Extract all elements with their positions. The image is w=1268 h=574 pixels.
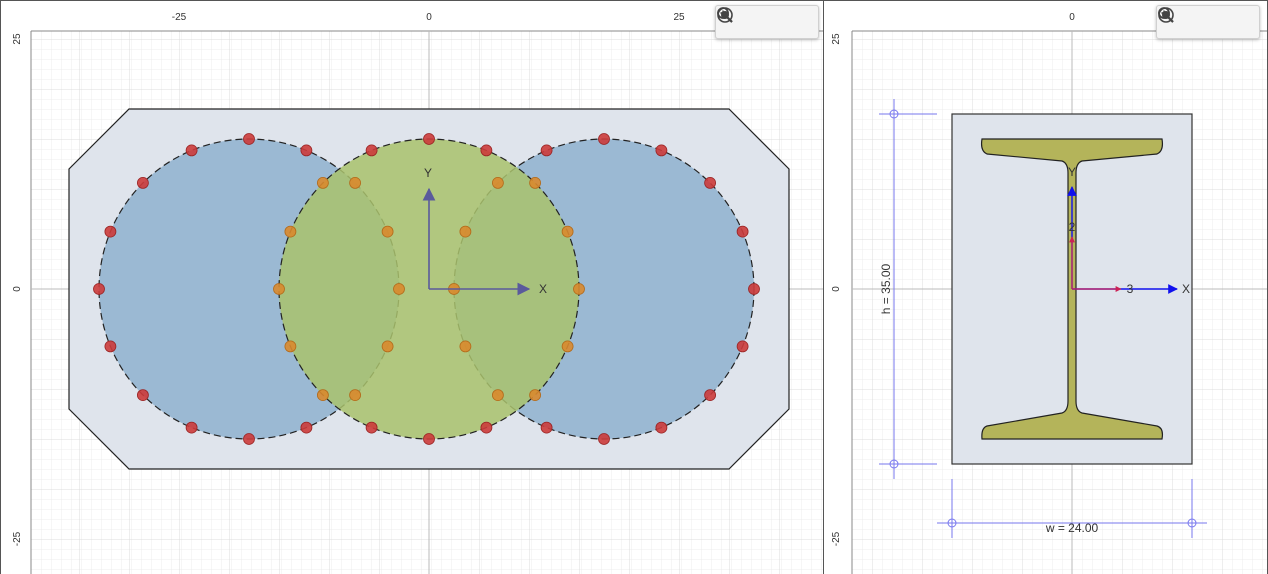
right-canvas[interactable]: 0 25 0 -25 h = 35.00 w = 24.00 Y X 2 3 bbox=[824, 1, 1268, 574]
rebar-point[interactable] bbox=[316, 176, 329, 189]
rebar-point[interactable] bbox=[136, 176, 149, 189]
rebar-point[interactable] bbox=[136, 389, 149, 402]
rebar-point[interactable] bbox=[655, 144, 668, 157]
y-axis-label: Y bbox=[1068, 165, 1076, 179]
rebar-point[interactable] bbox=[185, 144, 198, 157]
section-view-left[interactable]: -25 0 25 25 0 -25 Y X bbox=[0, 0, 823, 574]
rebar-point[interactable] bbox=[573, 283, 585, 295]
rebar-point[interactable] bbox=[93, 283, 105, 295]
local-axis-3-label: 3 bbox=[1127, 282, 1134, 296]
rebar-point[interactable] bbox=[480, 421, 493, 434]
rebar-point[interactable] bbox=[598, 433, 610, 445]
y-tick: 0 bbox=[831, 286, 842, 292]
view-toolbar bbox=[1156, 5, 1260, 39]
y-tick: -25 bbox=[831, 531, 842, 546]
x-axis-label: X bbox=[539, 282, 547, 296]
width-dimension-label: w = 24.00 bbox=[1045, 521, 1099, 535]
rebar-point[interactable] bbox=[459, 225, 472, 238]
fit-view-icon bbox=[717, 7, 733, 23]
rebar-point[interactable] bbox=[316, 389, 329, 402]
rebar-point[interactable] bbox=[243, 433, 255, 445]
rebar-point[interactable] bbox=[704, 176, 716, 189]
x-tick: -25 bbox=[172, 12, 187, 23]
rebar-point[interactable] bbox=[349, 389, 362, 402]
y-tick: 25 bbox=[12, 33, 23, 45]
rebar-point[interactable] bbox=[529, 389, 541, 402]
fit-view-button[interactable] bbox=[1158, 7, 1253, 35]
rebar-point[interactable] bbox=[284, 225, 297, 238]
x-tick: 25 bbox=[673, 12, 685, 23]
zoom-out-button[interactable] bbox=[1158, 7, 1221, 35]
y-tick: 0 bbox=[12, 286, 23, 292]
rebar-point[interactable] bbox=[491, 176, 504, 189]
rebar-point[interactable] bbox=[300, 421, 313, 434]
rebar-point[interactable] bbox=[736, 225, 749, 238]
rebar-point[interactable] bbox=[349, 176, 362, 189]
rebar-point[interactable] bbox=[529, 176, 541, 189]
rebar-point[interactable] bbox=[655, 421, 668, 434]
rebar-point[interactable] bbox=[540, 144, 553, 157]
rebar-point[interactable] bbox=[381, 340, 394, 353]
rebar-point[interactable] bbox=[561, 225, 574, 238]
y-tick: -25 bbox=[12, 531, 23, 546]
height-dimension-label: h = 35.00 bbox=[879, 263, 893, 314]
fit-view-icon bbox=[1158, 7, 1174, 23]
rebar-point[interactable] bbox=[540, 421, 553, 434]
rebar-point[interactable] bbox=[381, 225, 394, 238]
rebar-point[interactable] bbox=[423, 433, 435, 445]
rebar-point[interactable] bbox=[736, 340, 749, 353]
local-axis-2-label: 2 bbox=[1069, 220, 1076, 234]
x-axis-label: X bbox=[1182, 282, 1190, 296]
rebar-point[interactable] bbox=[480, 144, 493, 157]
x-tick: 0 bbox=[426, 12, 432, 23]
section-view-right[interactable]: 0 25 0 -25 h = 35.00 w = 24.00 Y X 2 3 bbox=[823, 0, 1268, 574]
rebar-point[interactable] bbox=[104, 225, 117, 238]
rebar-point[interactable] bbox=[561, 340, 574, 353]
rebar-point[interactable] bbox=[185, 421, 198, 434]
rebar-point[interactable] bbox=[459, 340, 472, 353]
rebar-point[interactable] bbox=[284, 340, 297, 353]
rebar-point[interactable] bbox=[598, 133, 610, 145]
rebar-point[interactable] bbox=[491, 389, 504, 402]
rebar-point[interactable] bbox=[704, 389, 716, 402]
y-axis-label: Y bbox=[424, 166, 432, 180]
left-canvas[interactable]: -25 0 25 25 0 -25 Y X bbox=[1, 1, 823, 574]
zoom-out-button[interactable] bbox=[717, 7, 780, 35]
rebar-point[interactable] bbox=[273, 283, 285, 295]
rebar-point[interactable] bbox=[393, 283, 405, 295]
view-toolbar bbox=[715, 5, 819, 39]
fit-view-button[interactable] bbox=[717, 7, 812, 35]
rebar-point[interactable] bbox=[104, 340, 117, 353]
rebar-point[interactable] bbox=[748, 283, 760, 295]
rebar-point[interactable] bbox=[423, 133, 435, 145]
x-tick: 0 bbox=[1069, 12, 1075, 23]
rebar-point[interactable] bbox=[243, 133, 255, 145]
rebar-point[interactable] bbox=[300, 144, 313, 157]
rebar-point[interactable] bbox=[365, 421, 378, 434]
rebar-point[interactable] bbox=[365, 144, 378, 157]
y-tick: 25 bbox=[831, 33, 842, 45]
